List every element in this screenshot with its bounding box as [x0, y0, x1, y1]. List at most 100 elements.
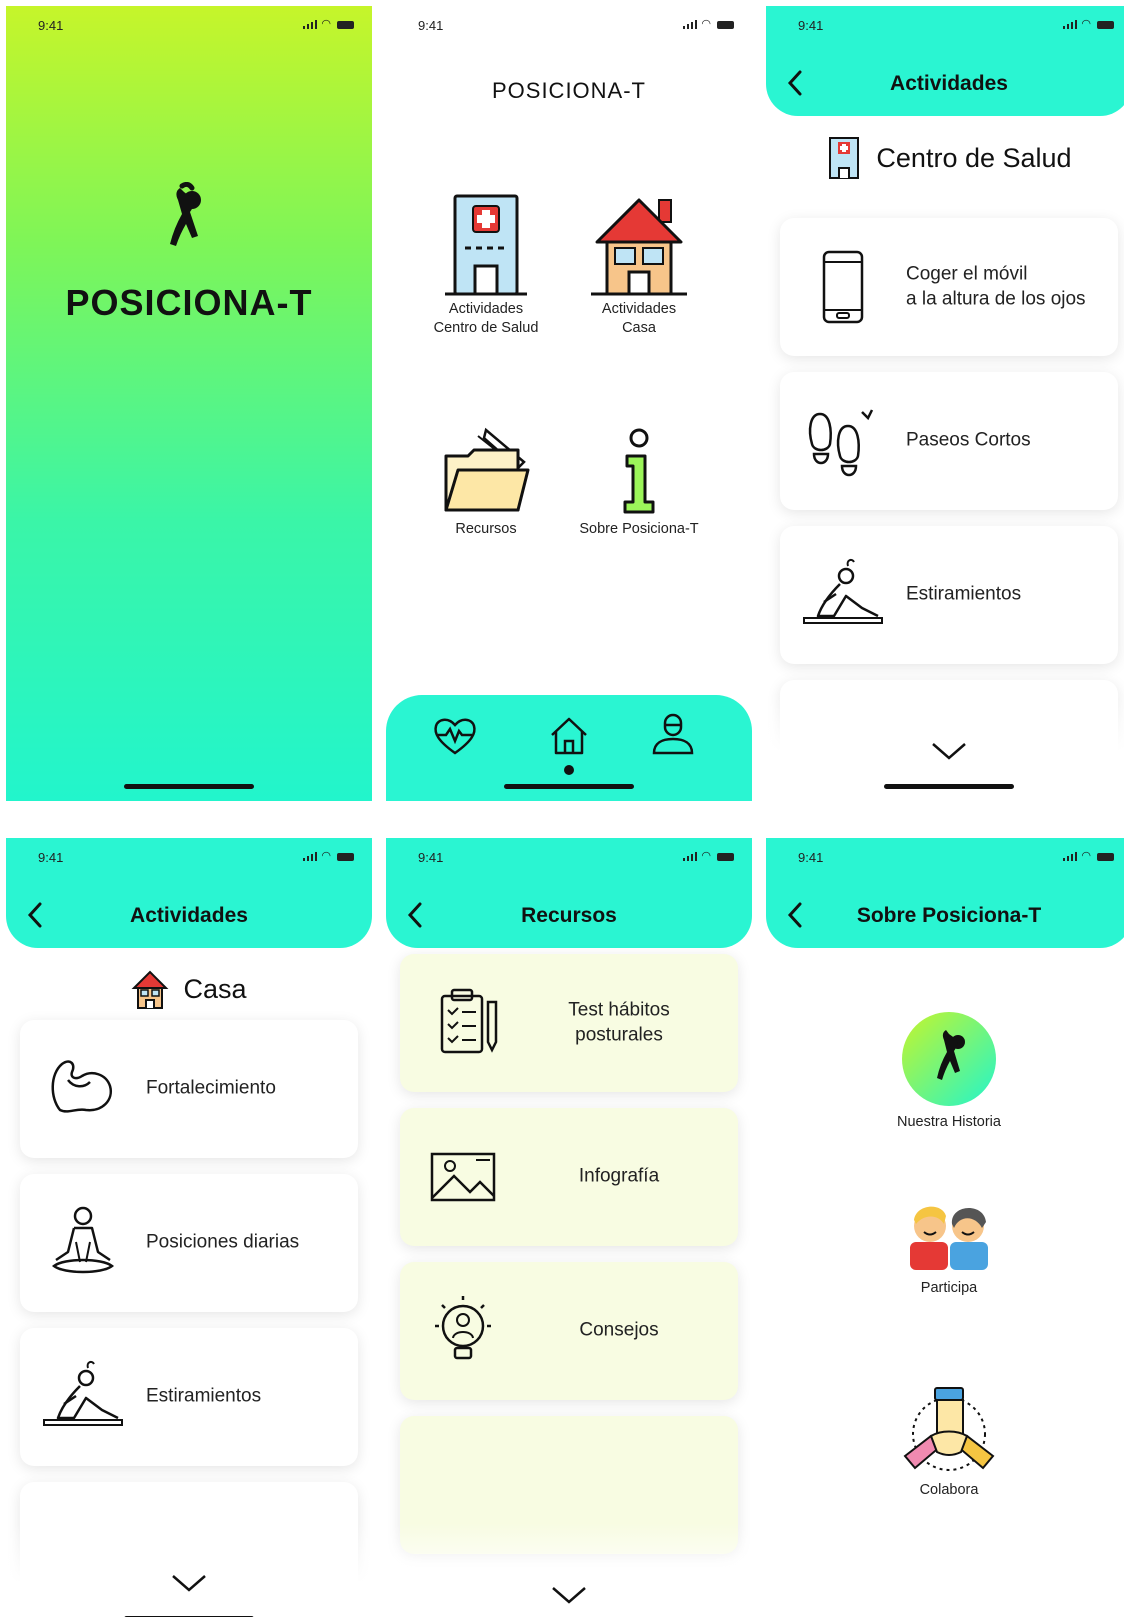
status-time: 9:41 [798, 850, 824, 865]
battery-icon [1097, 21, 1114, 29]
status-bar: 9:41 ◠ [386, 6, 752, 46]
menu-item-casa[interactable]: Actividades Casa [559, 192, 719, 338]
menu-item-label: Sobre Posiciona-T [579, 521, 699, 537]
battery-icon [717, 21, 734, 29]
lightbulb-icon [435, 1296, 491, 1360]
activity-label: Estiramientos [146, 1385, 262, 1407]
stretching-icon [803, 558, 883, 624]
top-header: 9:41 ◠ Recursos [386, 838, 752, 948]
activity-card-movil[interactable]: Coger el móvil a la altura de los ojos [780, 218, 1118, 356]
hands-icon [903, 1387, 995, 1471]
menu-item-label: Recursos [455, 521, 517, 537]
menu-item-recursos[interactable]: Recursos [406, 426, 566, 539]
logo-figure-icon [170, 182, 201, 246]
resource-label: Consejos [579, 1319, 659, 1341]
status-time: 9:41 [418, 850, 444, 865]
about-item-label: Colabora [919, 1482, 979, 1498]
resource-card-infografia[interactable]: Infografía [400, 1108, 738, 1246]
header-title: Actividades [890, 72, 1008, 95]
active-tab-dot [564, 765, 574, 775]
home-icon[interactable] [544, 711, 594, 761]
about-item-historia[interactable]: Nuestra Historia [766, 1010, 1124, 1130]
sobre-screen: 9:41 ◠ Sobre Posiciona-T Nuestra Histori… [766, 838, 1124, 1617]
top-header: 9:41 ◠ Actividades [766, 6, 1124, 116]
yoga-icon [51, 1206, 115, 1274]
activity-card-posiciones[interactable]: Posiciones diarias [20, 1174, 358, 1312]
menu-item-label: Actividades [448, 301, 524, 317]
page-title: POSICIONA-T [491, 78, 646, 103]
wifi-icon: ◠ [701, 850, 711, 862]
status-bar: 9:41 ◠ [6, 838, 372, 878]
menu-item-sobre[interactable]: Sobre Posiciona-T [559, 426, 719, 539]
checklist-icon [440, 988, 498, 1054]
section-title: Centro de Salud [876, 142, 1072, 173]
status-bar: 9:41 ◠ [766, 6, 1124, 46]
main-menu-screen: 9:41 ◠ POSICIONA-T Actividades Centro de … [386, 6, 752, 801]
signal-icon [1062, 20, 1078, 29]
info-icon [623, 428, 655, 514]
activity-label: Coger el móvil [906, 263, 1028, 285]
top-header: 9:41 ◠ Actividades [6, 838, 372, 948]
menu-item-label: Actividades [601, 301, 677, 317]
signal-icon [302, 20, 318, 29]
section-title: Casa [183, 973, 247, 1004]
about-item-colabora[interactable]: Colabora [766, 1386, 1124, 1498]
app-logo-text: POSICIONA-T [65, 282, 313, 323]
wifi-icon: ◠ [1081, 18, 1091, 30]
splash-screen: 9:41 ◠ POSICIONA-T [6, 6, 372, 801]
status-bar: 9:41 ◠ [386, 838, 752, 878]
activity-sublabel: a la altura de los ojos [906, 288, 1086, 309]
muscle-icon [51, 1060, 113, 1113]
wifi-icon: ◠ [321, 18, 331, 30]
home-indicator [884, 784, 1014, 789]
recursos-screen: 9:41 ◠ Recursos Test hábitos posturales I… [386, 838, 752, 1617]
activity-card-fortalecimiento[interactable]: Fortalecimiento [20, 1020, 358, 1158]
heart-rate-icon[interactable] [430, 711, 480, 761]
resource-sublabel: posturales [575, 1024, 663, 1045]
section-heading: Casa [6, 968, 372, 1010]
about-item-participa[interactable]: Participa [766, 1194, 1124, 1296]
status-time: 9:41 [38, 850, 64, 865]
home-indicator [504, 784, 634, 789]
house-icon [132, 970, 169, 1009]
about-item-label: Participa [920, 1280, 978, 1296]
menu-item-sublabel: Centro de Salud [433, 319, 539, 336]
resource-card-consejos[interactable]: Consejos [400, 1262, 738, 1400]
activity-label: Posiciones diarias [146, 1231, 300, 1253]
signal-icon [302, 852, 318, 861]
hospital-icon [829, 137, 860, 179]
wifi-icon: ◠ [321, 850, 331, 862]
casa-screen: 9:41 ◠ Actividades Casa Fortalecimiento … [6, 838, 372, 1617]
status-time: 9:41 [38, 18, 64, 33]
people-icon [910, 1206, 988, 1270]
menu-item-sublabel: Casa [622, 319, 656, 336]
section-heading: Centro de Salud [766, 136, 1124, 180]
status-time: 9:41 [418, 18, 444, 33]
chevron-down-icon[interactable] [929, 739, 969, 763]
wifi-icon: ◠ [701, 18, 711, 30]
signal-icon [682, 852, 698, 861]
activity-card-paseos[interactable]: Paseos Cortos [780, 372, 1118, 510]
menu-item-centro-salud[interactable]: Actividades Centro de Salud [406, 192, 566, 338]
hospital-icon [445, 194, 527, 296]
image-icon [430, 1152, 496, 1202]
centro-salud-screen: 9:41 ◠ Actividades Centro de Salud Coger… [766, 6, 1124, 801]
house-icon [591, 198, 687, 296]
header-title: Recursos [521, 904, 617, 927]
activity-card-estiramientos[interactable]: Estiramientos [780, 526, 1118, 664]
status-bar: 9:41 ◠ [6, 6, 372, 46]
battery-icon [337, 21, 354, 29]
activity-label: Paseos Cortos [906, 429, 1031, 451]
chevron-down-icon[interactable] [169, 1571, 209, 1595]
footprints-icon [808, 409, 874, 477]
signal-icon [682, 20, 698, 29]
activity-card-estiramientos[interactable]: Estiramientos [20, 1328, 358, 1466]
chevron-down-icon[interactable] [549, 1583, 589, 1607]
user-icon[interactable] [648, 711, 698, 761]
top-header: 9:41 ◠ Sobre Posiciona-T [766, 838, 1124, 948]
resource-card-test[interactable]: Test hábitos posturales [400, 954, 738, 1092]
battery-icon [337, 853, 354, 861]
stretching-icon [43, 1360, 123, 1426]
header-title: Actividades [130, 904, 248, 927]
logo-icon [902, 1012, 996, 1106]
